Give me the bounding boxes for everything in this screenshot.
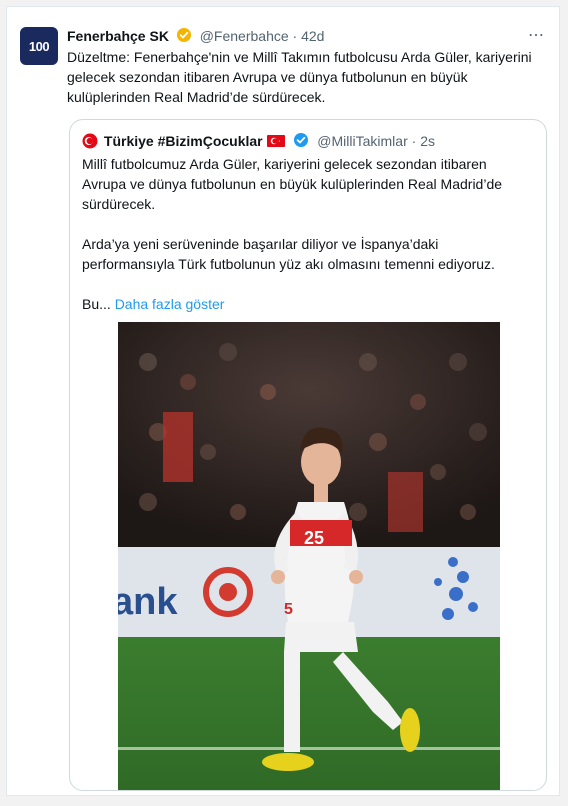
more-options-icon[interactable]: ⋯ — [528, 25, 545, 45]
author-handle[interactable]: @Fenerbahce — [200, 28, 289, 44]
turkey-flag-icon — [266, 135, 285, 147]
shorts-number: 5 — [284, 601, 293, 618]
quote-time[interactable]: 2s — [420, 133, 435, 149]
quote-text: Millî futbolcumuz Arda Güler, kariyerini… — [82, 154, 532, 334]
truncated-text: Bu... — [82, 296, 111, 312]
quote-paragraph-1: Millî futbolcumuz Arda Güler, kariyerini… — [82, 156, 503, 212]
jersey-number: 25 — [304, 528, 324, 548]
tweet-header: Fenerbahçe SK @Fenerbahce · 42d — [67, 27, 324, 45]
tweet-text: Düzeltme: Fenerbahçe'nin ve Millî Takımı… — [67, 49, 532, 105]
quoted-tweet[interactable]: Türkiye #BizimÇocuklar @MilliTakimlar · … — [69, 119, 547, 791]
turkiye-logo-icon — [82, 133, 98, 149]
show-more-link[interactable]: Daha fazla göster — [115, 296, 225, 312]
tweet-card[interactable]: 100 Fenerbahçe SK @Fenerbahce · 42d ⋯ Dü… — [6, 6, 560, 796]
avatar-logo: 100 — [28, 38, 50, 54]
player-photo[interactable]: ank 25 5 — [118, 322, 500, 790]
dot-separator: · — [411, 133, 417, 149]
quote-truncated: Bu... Daha fazla göster — [82, 294, 532, 314]
avatar[interactable]: 100 — [20, 27, 58, 65]
player-photo-graphic: ank 25 5 — [118, 322, 500, 790]
quote-header: Türkiye #BizimÇocuklar @MilliTakimlar · … — [82, 132, 435, 150]
author-name[interactable]: Fenerbahçe SK — [67, 28, 169, 44]
verified-gold-icon — [176, 28, 191, 42]
quote-paragraph-2: Arda’ya yeni serüveninde başarılar diliy… — [82, 236, 495, 272]
quote-author-handle[interactable]: @MilliTakimlar — [317, 133, 407, 149]
tweet-time[interactable]: 42d — [301, 28, 324, 44]
verified-blue-icon — [294, 133, 309, 147]
quote-author-name[interactable]: Türkiye #BizimÇocuklar — [104, 133, 263, 149]
dot-separator: · — [292, 28, 298, 44]
banner-text: ank — [118, 581, 178, 623]
